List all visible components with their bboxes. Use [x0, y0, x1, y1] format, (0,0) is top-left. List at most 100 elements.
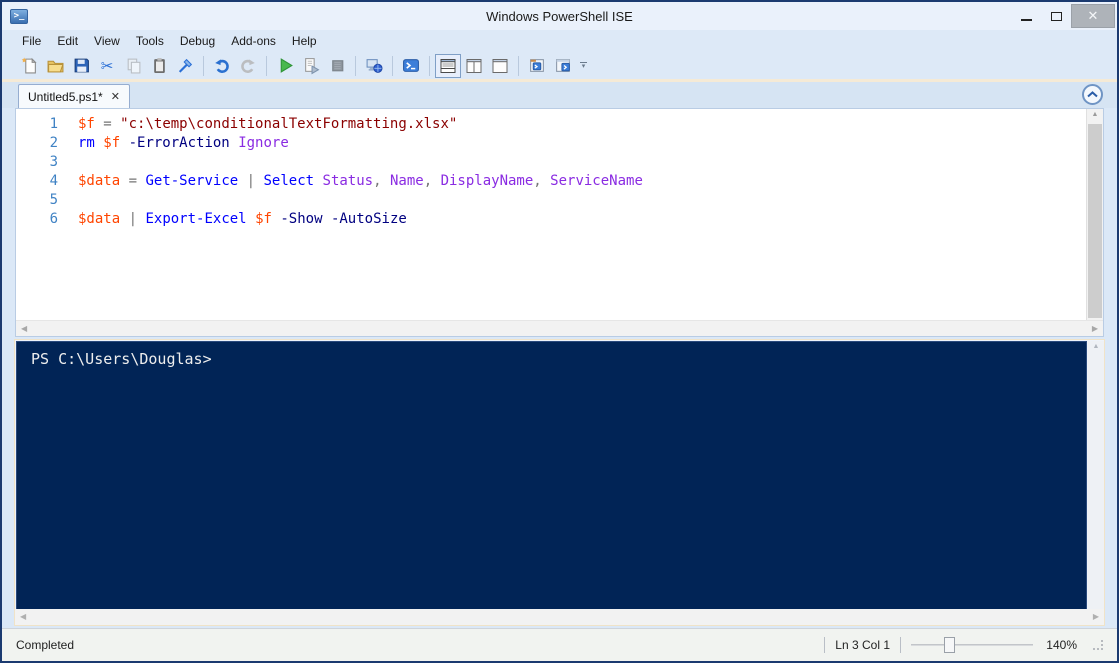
title-bar[interactable]: >_ Windows PowerShell ISE ✕ — [2, 2, 1117, 30]
minimize-icon — [1020, 18, 1032, 21]
line-number: 1 — [49, 116, 58, 132]
new-powershell-tab-button[interactable] — [524, 54, 550, 78]
toolbar-separator — [429, 55, 430, 76]
console-vertical-scrollbar[interactable]: ▲ — [1088, 341, 1104, 610]
editor-scrollbar-thumb[interactable] — [1088, 124, 1102, 318]
redo-icon — [241, 59, 255, 73]
redo-button[interactable] — [235, 54, 261, 78]
paste-icon — [153, 58, 165, 73]
status-separator — [900, 637, 901, 653]
editor-horizontal-scrollbar[interactable]: ◀ ▶ — [16, 320, 1103, 336]
new-remote-powershell-tab-button[interactable] — [361, 54, 387, 78]
toolbar: ✂ ▾ — [2, 52, 1117, 82]
code-line[interactable]: 4 $data = Get-Service | Select Status, Na… — [16, 172, 1086, 191]
tab-untitled5[interactable]: Untitled5.ps1* ✕ — [18, 84, 130, 108]
line-number: 4 — [49, 173, 58, 189]
paste-button[interactable] — [146, 54, 172, 78]
close-icon: ✕ — [1087, 8, 1099, 23]
new-remote-powershell-tab-icon — [366, 59, 383, 73]
collapse-script-pane-button[interactable] — [1082, 84, 1103, 105]
run-script-button[interactable] — [272, 54, 298, 78]
editor-lines[interactable]: 1 $f = "c:\temp\conditionalTextFormatting… — [16, 109, 1086, 320]
layout-script-pane-top-button[interactable] — [435, 53, 461, 78]
save-button[interactable] — [68, 54, 94, 78]
open-script-button[interactable] — [42, 54, 68, 78]
start-powershell-icon — [403, 59, 419, 72]
line-number: 2 — [49, 135, 58, 151]
cut-icon: ✂ — [100, 57, 114, 75]
menu-view[interactable]: View — [86, 31, 128, 51]
line-col-indicator: Ln 3 Col 1 — [835, 638, 890, 652]
line-number: 3 — [49, 154, 58, 170]
scroll-right-icon[interactable]: ▶ — [1093, 612, 1099, 621]
console-pane[interactable]: PS C:\Users\Douglas> — [16, 341, 1087, 610]
script-editor-pane[interactable]: 1 $f = "c:\temp\conditionalTextFormatting… — [15, 108, 1104, 337]
scroll-left-icon[interactable]: ◀ — [21, 324, 27, 333]
menu-addons[interactable]: Add-ons — [223, 31, 284, 51]
layout-script-pane-right-button[interactable] — [461, 54, 487, 78]
tab-close-icon[interactable]: ✕ — [111, 90, 120, 103]
menu-tools[interactable]: Tools — [128, 31, 172, 51]
undo-button[interactable] — [209, 54, 235, 78]
clear-console-button[interactable] — [172, 54, 198, 78]
new-script-icon — [21, 57, 37, 74]
layout-script-pane-maximized-button[interactable] — [487, 54, 513, 78]
console-prompt[interactable]: PS C:\Users\Douglas> — [17, 342, 1086, 368]
powershell-ise-window: >_ Windows PowerShell ISE ✕ File Edit View… — [0, 0, 1119, 663]
scroll-left-icon[interactable]: ◀ — [20, 612, 26, 621]
zoom-slider[interactable] — [911, 636, 1033, 654]
resize-grip-icon[interactable] — [1093, 640, 1103, 650]
start-powershell-button[interactable] — [398, 54, 424, 78]
stop-operation-icon — [331, 60, 343, 72]
zoom-slider-thumb[interactable] — [943, 637, 955, 653]
code-line[interactable]: 5 — [16, 191, 1086, 210]
editor-vertical-scrollbar[interactable]: ▲ — [1086, 109, 1103, 320]
zoom-slider-track[interactable] — [911, 644, 1033, 646]
code-text: $f = "c:\temp\conditionalTextFormatting.… — [78, 116, 458, 132]
close-button[interactable]: ✕ — [1071, 4, 1115, 28]
toolbar-separator — [392, 55, 393, 76]
run-selection-button[interactable] — [298, 54, 324, 78]
maximize-button[interactable] — [1041, 5, 1071, 27]
console-horizontal-scrollbar[interactable]: ◀ ▶ — [15, 609, 1104, 625]
toolbar-overflow-arrow: ▾ — [581, 63, 586, 70]
status-right-group: Ln 3 Col 1 140% — [824, 636, 1103, 654]
copy-button[interactable] — [120, 54, 146, 78]
status-separator — [824, 637, 826, 653]
new-script-button[interactable] — [16, 54, 42, 78]
status-bar: Completed Ln 3 Col 1 140% — [2, 628, 1117, 661]
toolbar-separator — [355, 55, 356, 76]
save-icon — [74, 58, 89, 73]
scroll-right-icon[interactable]: ▶ — [1092, 324, 1098, 333]
toolbar-separator — [266, 55, 267, 76]
run-script-icon — [280, 58, 293, 73]
line-number: 5 — [49, 192, 58, 208]
menu-edit[interactable]: Edit — [49, 31, 86, 51]
menu-file[interactable]: File — [14, 31, 49, 51]
minimize-button[interactable] — [1011, 5, 1041, 27]
code-text: $data | Export-Excel $f -Show -AutoSize — [78, 211, 407, 227]
open-script-icon — [47, 60, 64, 73]
code-line[interactable]: 2 rm $f -ErrorAction Ignore — [16, 134, 1086, 153]
menu-help[interactable]: Help — [284, 31, 325, 51]
code-line[interactable]: 3 — [16, 153, 1086, 172]
menu-debug[interactable]: Debug — [172, 31, 223, 51]
code-text: $data = Get-Service | Select Status, Nam… — [78, 173, 643, 189]
status-message: Completed — [16, 638, 75, 652]
toolbar-overflow-button[interactable]: ▾ — [580, 62, 587, 70]
code-line[interactable]: 1 $f = "c:\temp\conditionalTextFormatting… — [16, 115, 1086, 134]
toolbar-separator — [203, 55, 204, 76]
undo-icon — [215, 59, 229, 73]
zoom-level: 140% — [1046, 638, 1077, 652]
scroll-up-icon[interactable]: ▲ — [1087, 111, 1103, 118]
window-controls: ✕ — [1011, 2, 1117, 30]
code-line[interactable]: 6 $data | Export-Excel $f -Show -AutoSize — [16, 210, 1086, 229]
show-script-pane-button[interactable] — [550, 54, 576, 78]
stop-operation-button[interactable] — [324, 54, 350, 78]
scroll-up-icon[interactable]: ▲ — [1088, 343, 1104, 350]
run-selection-icon — [304, 58, 319, 75]
layout-script-pane-right-icon — [466, 58, 482, 73]
layout-script-pane-maximized-icon — [492, 58, 508, 73]
cut-button[interactable]: ✂ — [94, 54, 120, 78]
